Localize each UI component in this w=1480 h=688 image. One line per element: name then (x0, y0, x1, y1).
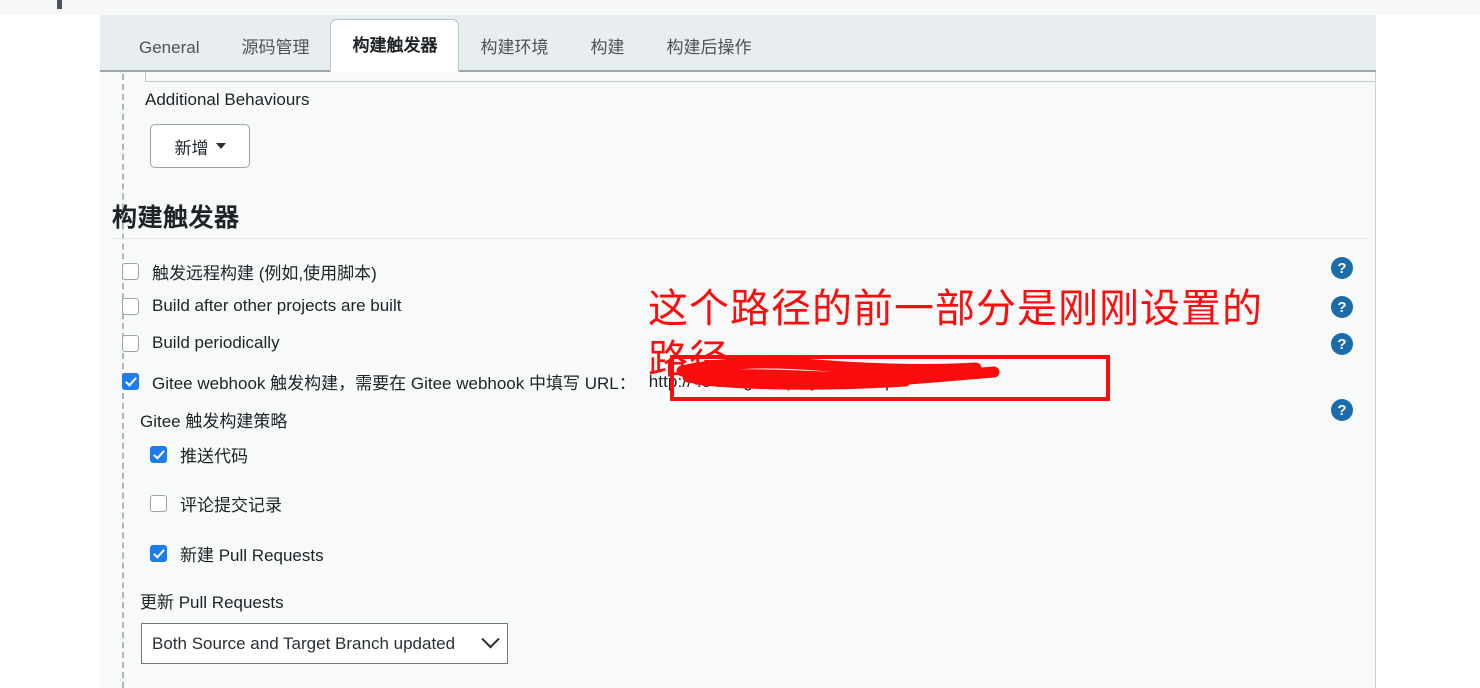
checkbox-after-other-projects[interactable] (122, 297, 139, 315)
right-margin (1376, 15, 1480, 688)
config-panel: Additional Behaviours 新增 构建触发器 触发远程构建 (例… (100, 72, 1376, 688)
top-browser-strip (0, 0, 1480, 15)
add-behaviour-label: 新增 (174, 138, 209, 158)
checkbox-push-code[interactable] (150, 446, 167, 463)
help-icon-gitee-strategy[interactable]: ? (1331, 399, 1353, 421)
trigger-option-label: Build after other projects are built (152, 296, 402, 315)
update-pull-requests-label: 更新 Pull Requests (140, 593, 284, 612)
trigger-option-remote-build[interactable]: 触发远程构建 (例如,使用脚本) (122, 259, 377, 284)
section-divider (112, 238, 1367, 239)
tab-source-management[interactable]: 源码管理 (220, 25, 330, 70)
config-tabbar: General 源码管理 构建触发器 构建环境 构建 构建后操作 (100, 15, 1376, 72)
strategy-option-new-pull-requests[interactable]: 新建 Pull Requests (150, 541, 324, 566)
tab-post-build-actions[interactable]: 构建后操作 (645, 25, 772, 70)
checkbox-new-pull-requests[interactable] (150, 545, 167, 562)
page-title: 构建触发器 (112, 204, 240, 232)
help-icon-remote-build[interactable]: ? (1331, 257, 1353, 279)
chevron-down-icon (481, 630, 500, 649)
trigger-option-label: Gitee webhook 触发构建，需要在 Gitee webhook 中填写… (152, 374, 636, 393)
tab-build-triggers[interactable]: 构建触发器 (330, 19, 460, 72)
update-pull-requests-selected-value: Both Source and Target Branch updated (152, 633, 456, 653)
gitee-strategy-label: Gitee 触发构建策略 (140, 412, 288, 431)
checkbox-gitee-webhook[interactable] (122, 373, 139, 390)
strategy-option-push-code[interactable]: 推送代码 (150, 442, 248, 467)
help-icon-after-other-projects[interactable]: ? (1331, 296, 1353, 318)
gitee-webhook-url: http:// :8411/gitee-project/wdf-api (648, 371, 899, 391)
tab-build-environment[interactable]: 构建环境 (459, 25, 569, 70)
strategy-option-label: 推送代码 (180, 447, 248, 466)
help-icon-build-periodically[interactable]: ? (1331, 333, 1353, 355)
trigger-option-gitee-webhook[interactable]: Gitee webhook 触发构建，需要在 Gitee webhook 中填写… (122, 369, 899, 394)
update-pull-requests-select[interactable]: Both Source and Target Branch updated (141, 623, 508, 664)
tab-build[interactable]: 构建 (569, 25, 645, 70)
additional-behaviours-title: Additional Behaviours (145, 90, 310, 109)
checkbox-comment-commit[interactable] (150, 495, 167, 512)
add-behaviour-button[interactable]: 新增 (150, 124, 250, 168)
clipped-form-block-above (145, 72, 1375, 82)
strategy-option-label: 评论提交记录 (180, 496, 282, 515)
clipped-text-fragment (57, 0, 62, 9)
tab-general[interactable]: General (118, 25, 220, 70)
checkbox-remote-build[interactable] (122, 263, 139, 280)
trigger-option-after-other-projects[interactable]: Build after other projects are built (122, 296, 401, 316)
left-margin (0, 15, 100, 688)
trigger-option-label: 触发远程构建 (例如,使用脚本) (152, 264, 377, 283)
trigger-option-label: Build periodically (152, 333, 280, 352)
strategy-option-label: 新建 Pull Requests (180, 546, 324, 565)
strategy-option-comment-commit[interactable]: 评论提交记录 (150, 491, 282, 516)
trigger-option-build-periodically[interactable]: Build periodically (122, 333, 280, 353)
caret-down-icon (215, 143, 226, 149)
checkbox-build-periodically[interactable] (122, 334, 139, 352)
